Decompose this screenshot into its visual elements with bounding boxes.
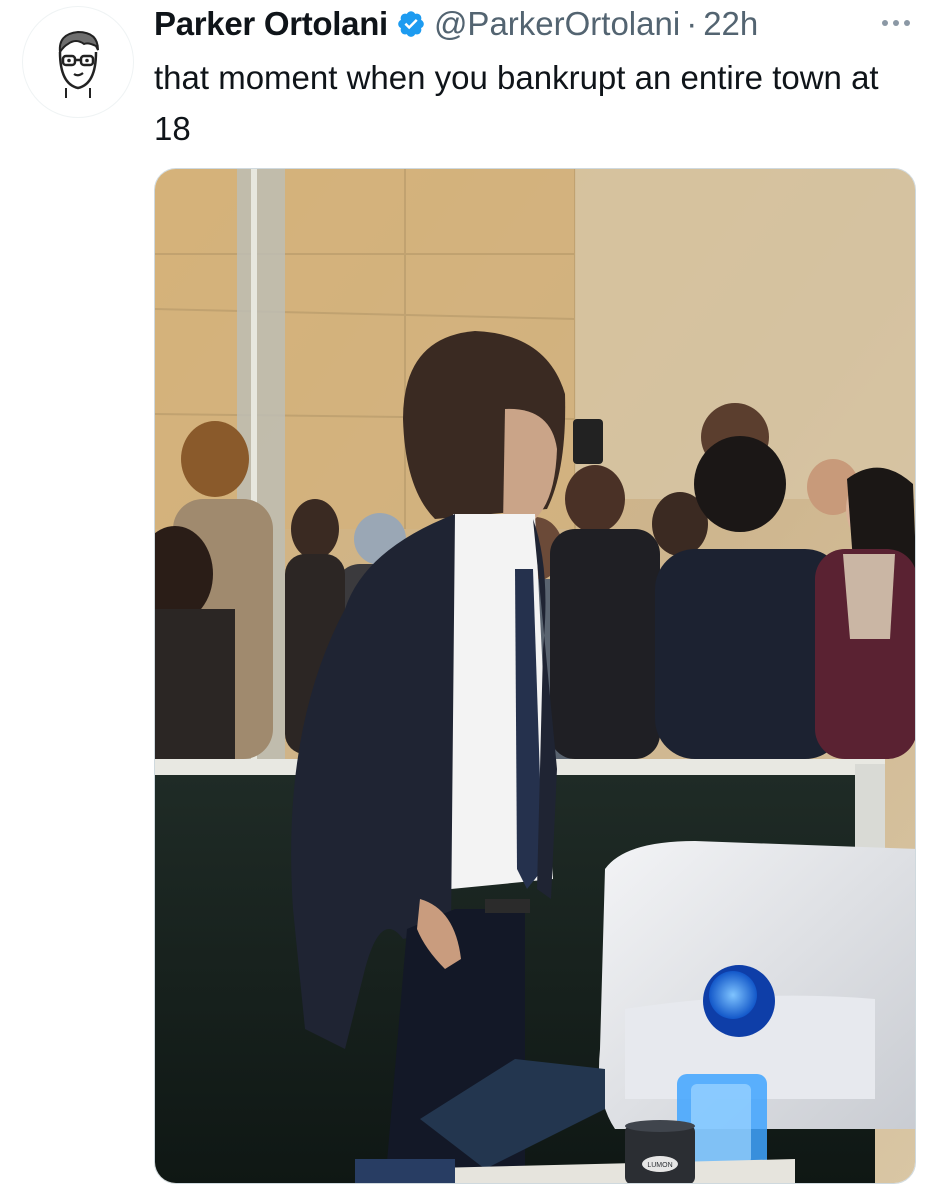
author-display-name[interactable]: Parker Ortolani (154, 5, 388, 43)
cartoon-face-avatar-icon (58, 30, 99, 98)
tweet-photo[interactable]: LUMON (154, 168, 916, 1184)
tweet-text: that moment when you bankrupt an entire … (154, 59, 879, 147)
tweet-header: Parker Ortolani @ParkerOrtolani · 22h (154, 2, 918, 46)
time-separator: · (686, 5, 698, 42)
author-handle[interactable]: @ParkerOrtolani (434, 5, 680, 43)
mug-label: LUMON (647, 1162, 672, 1169)
author-avatar[interactable] (22, 6, 134, 118)
tweet: Parker Ortolani @ParkerOrtolani · 22h th… (0, 0, 938, 1200)
tweet-timestamp[interactable]: 22h (703, 5, 758, 43)
lumon-mug: LUMON (625, 1120, 695, 1183)
verified-badge-icon (398, 11, 424, 37)
photo-scene: LUMON (155, 169, 915, 1183)
more-horizontal-icon (882, 20, 910, 26)
more-options-button[interactable] (874, 8, 918, 38)
